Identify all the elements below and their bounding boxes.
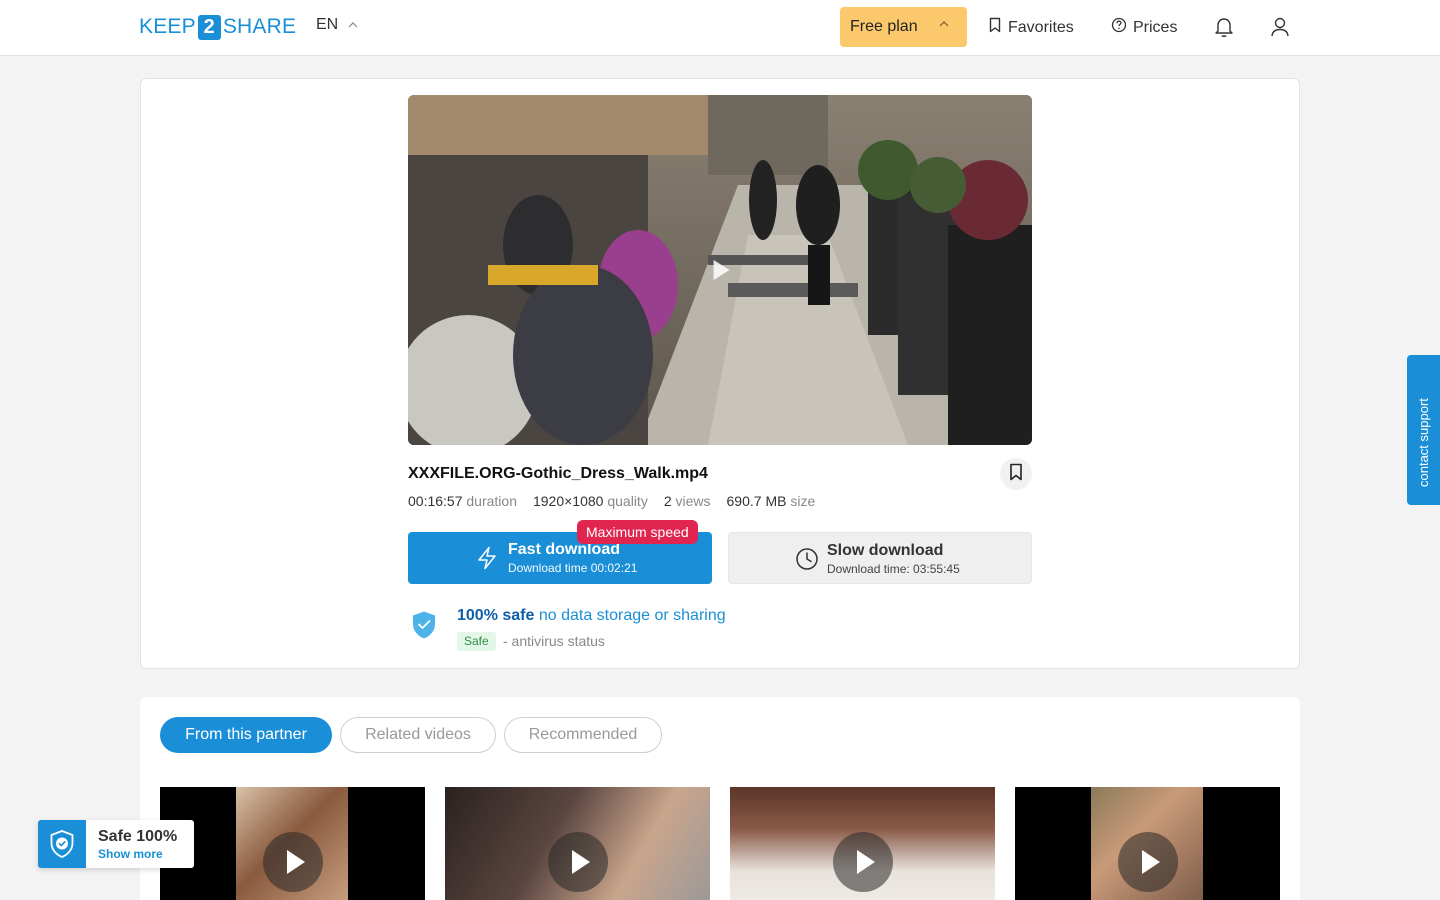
duration-label: duration <box>466 493 517 509</box>
slow-download-title: Slow download <box>827 542 944 559</box>
bookmark-icon <box>1008 463 1024 486</box>
bookmark-button[interactable] <box>1000 458 1032 490</box>
contact-support-tab[interactable]: contact support <box>1407 355 1440 505</box>
free-plan-button[interactable]: Free plan <box>840 7 967 47</box>
logo-text-right: SHARE <box>222 15 297 38</box>
safety-rest: no data storage or sharing <box>534 607 726 624</box>
tab-recommended[interactable]: Recommended <box>504 717 662 753</box>
play-icon <box>832 832 893 892</box>
antivirus-status-label: - antivirus status <box>503 633 605 649</box>
safe-widget[interactable]: Safe 100% Show more <box>38 820 194 868</box>
video-thumbnail[interactable] <box>445 787 710 900</box>
language-selector[interactable]: EN <box>316 16 358 34</box>
maximum-speed-badge: Maximum speed <box>577 520 698 544</box>
prices-link[interactable]: Prices <box>1111 17 1177 38</box>
play-icon <box>1117 832 1178 892</box>
size-meta: 690.7 MB size <box>727 493 816 509</box>
video-thumbnail[interactable] <box>160 787 425 900</box>
user-icon[interactable] <box>1267 14 1293 40</box>
duration-value: 00:16:57 <box>408 493 463 509</box>
show-more-link[interactable]: Show more <box>98 847 163 861</box>
contact-support-label: contact support <box>1416 398 1431 487</box>
lightning-icon <box>476 546 498 575</box>
prices-label: Prices <box>1133 18 1178 36</box>
video-preview[interactable] <box>408 95 1032 445</box>
slow-download-button[interactable]: Slow download Download time: 03:55:45 <box>728 532 1032 584</box>
tab-related-videos[interactable]: Related videos <box>340 717 496 753</box>
safety-bold: 100% safe <box>457 607 535 624</box>
video-thumbnail[interactable] <box>1015 787 1280 900</box>
logo-number: 2 <box>197 14 221 40</box>
shield-check-icon <box>411 610 437 645</box>
play-icon[interactable] <box>713 260 730 280</box>
file-meta: 00:16:57 duration 1920×1080 quality 2 vi… <box>408 493 815 509</box>
antivirus-safe-badge: Safe <box>457 632 496 651</box>
chevron-up-icon <box>348 20 358 31</box>
language-label: EN <box>316 16 339 33</box>
shield-check-icon <box>38 820 86 868</box>
duration-meta: 00:16:57 duration <box>408 493 517 509</box>
logo-text-left: KEEP <box>139 15 196 38</box>
views-value: 2 <box>663 493 672 509</box>
file-name: XXXFILE.ORG-Gothic_Dress_Walk.mp4 <box>408 465 708 482</box>
safety-statement: 100% safe no data storage or sharing <box>457 607 726 625</box>
size-value: 690.7 MB <box>726 493 787 509</box>
views-meta: 2 views <box>664 493 711 509</box>
fast-download-time: Download time 00:02:21 <box>508 561 638 575</box>
size-label: size <box>790 493 816 509</box>
plan-label: Free plan <box>850 18 918 35</box>
favorites-label: Favorites <box>1008 18 1074 36</box>
slow-download-time: Download time: 03:55:45 <box>827 562 960 576</box>
keep2share-logo[interactable]: KEEP 2 SHARE <box>139 14 296 40</box>
play-icon <box>547 832 608 892</box>
chevron-up-icon <box>939 19 949 30</box>
quality-label: quality <box>607 493 648 509</box>
video-thumbnail[interactable] <box>730 787 995 900</box>
play-icon <box>262 832 323 892</box>
bookmark-icon <box>988 17 1002 38</box>
quality-value: 1920×1080 <box>532 493 604 509</box>
safe-widget-title: Safe 100% <box>98 828 178 845</box>
bell-icon[interactable] <box>1211 14 1237 40</box>
tab-from-this-partner[interactable]: From this partner <box>160 717 332 753</box>
views-label: views <box>675 493 711 509</box>
quality-meta: 1920×1080 quality <box>533 493 648 509</box>
question-icon <box>1111 17 1127 38</box>
top-header: KEEP 2 SHARE EN Free plan Favorites Pric… <box>0 0 1440 56</box>
clock-icon <box>795 547 819 576</box>
favorites-link[interactable]: Favorites <box>988 17 1074 38</box>
